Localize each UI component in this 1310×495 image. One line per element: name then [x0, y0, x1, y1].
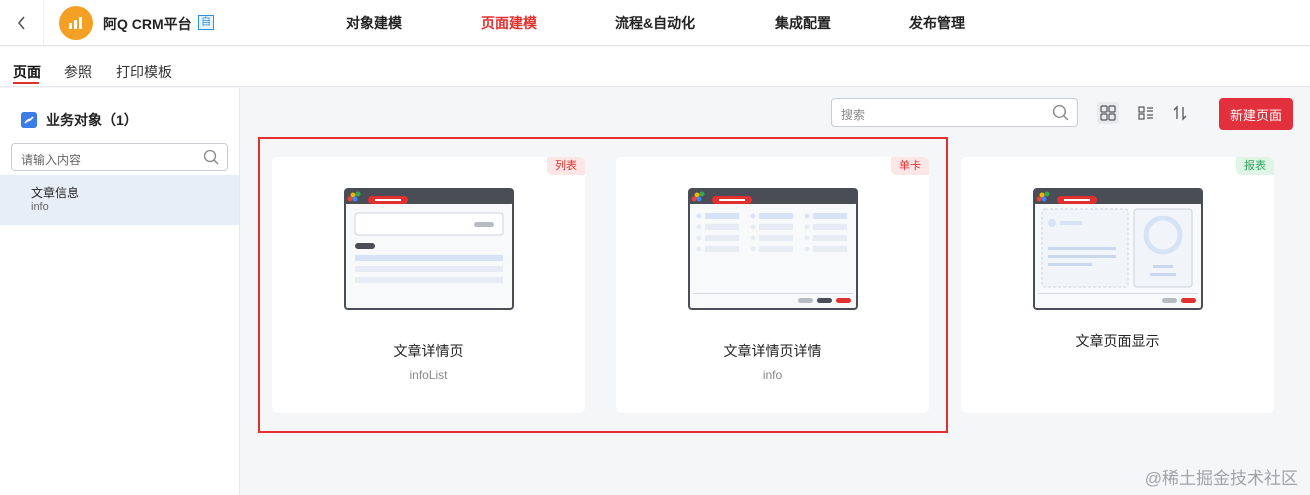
grid-view-icon: [1100, 105, 1116, 121]
card-type-tag: 报表: [1236, 157, 1274, 175]
card-title: 文章页面显示: [1075, 333, 1160, 349]
page-card-single[interactable]: 单卡 文章详情页详情 info: [616, 157, 929, 413]
nav-object-modeling[interactable]: 对象建模: [346, 0, 402, 46]
page-search-placeholder: 搜索: [841, 108, 866, 122]
card-type-tag: 单卡: [891, 157, 929, 175]
sidebar-item-code: info: [31, 201, 49, 213]
new-page-button[interactable]: 新建页面: [1219, 98, 1293, 130]
card-code: info: [762, 368, 783, 382]
nav-integration-config[interactable]: 集成配置: [775, 0, 831, 46]
app-badge: 自: [198, 15, 214, 30]
top-bar: 阿Q CRM平台 自 对象建模 页面建模 流程&自动化 集成配置 发布管理: [0, 0, 1310, 46]
card-code: infoList: [409, 368, 448, 382]
list-view-button[interactable]: [1135, 102, 1157, 124]
nav-publish-management[interactable]: 发布管理: [909, 0, 965, 46]
card-page-thumbnail: [688, 188, 858, 310]
sub-tabs: 页面 参照 打印模板: [0, 47, 1310, 87]
active-tab-indicator: [13, 82, 39, 84]
search-icon: [203, 149, 219, 165]
grid-view-button[interactable]: [1097, 102, 1119, 124]
sidebar-header-label: 业务对象（1）: [46, 112, 138, 128]
page-card-report[interactable]: 报表 文章页面显示: [961, 157, 1274, 413]
tab-pages[interactable]: 页面: [13, 62, 41, 82]
list-page-thumbnail: [344, 188, 514, 310]
sidebar-search-placeholder: 请输入内容: [21, 153, 82, 167]
app-logo: [59, 6, 93, 40]
app-name: 阿Q CRM平台: [103, 16, 192, 32]
card-title: 文章详情页: [393, 343, 464, 359]
sidebar: 业务对象（1） 请输入内容 文章信息 info: [0, 88, 240, 495]
report-page-thumbnail: [1033, 188, 1203, 310]
nav-page-modeling[interactable]: 页面建模: [481, 0, 537, 46]
business-object-icon: [21, 112, 37, 128]
sort-button[interactable]: [1169, 102, 1191, 124]
back-button[interactable]: [0, 0, 44, 46]
sidebar-search-input[interactable]: 请输入内容: [11, 143, 228, 171]
tab-print-templates[interactable]: 打印模板: [116, 62, 172, 82]
sidebar-item-article-info[interactable]: 文章信息 info: [0, 175, 239, 225]
sidebar-item-title: 文章信息: [31, 186, 80, 200]
search-icon: [1052, 104, 1069, 121]
watermark: @稀土掘金技术社区: [1144, 469, 1298, 488]
tab-references[interactable]: 参照: [64, 62, 92, 82]
card-type-tag: 列表: [547, 157, 585, 175]
nav-flow-automation[interactable]: 流程&自动化: [615, 0, 695, 46]
page-card-list[interactable]: 列表 文章详情页 infoList: [272, 157, 585, 413]
sort-icon: [1173, 105, 1187, 121]
card-title: 文章详情页详情: [723, 343, 822, 359]
bar-chart-icon: [69, 17, 82, 29]
list-view-icon: [1138, 106, 1153, 120]
chevron-left-icon: [17, 16, 25, 30]
sidebar-header: 业务对象（1）: [21, 110, 138, 130]
page-search-input[interactable]: 搜索: [831, 98, 1078, 127]
